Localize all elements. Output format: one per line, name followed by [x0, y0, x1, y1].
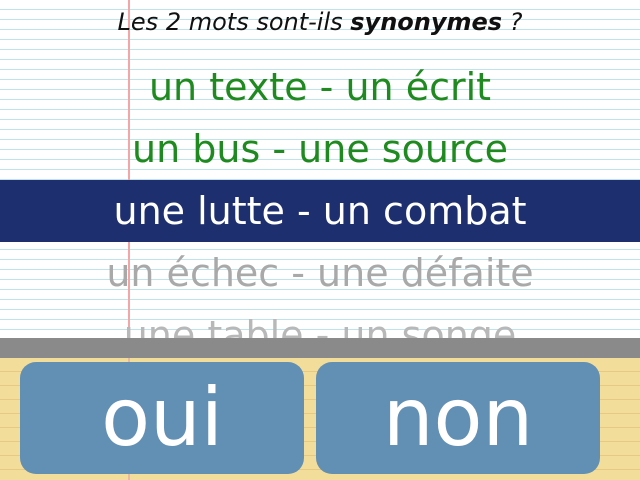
word-pair-current: une lutte - un combat	[0, 180, 640, 242]
question-suffix: ?	[502, 8, 523, 36]
yes-button[interactable]: oui	[20, 362, 304, 474]
word-pair-2: un bus - une source	[132, 127, 508, 171]
divider-bar	[0, 338, 640, 358]
question-keyword: synonymes	[350, 8, 503, 36]
word-pair-1: un texte - un écrit	[148, 65, 492, 109]
question-prompt: Les 2 mots sont-ils synonymes ?	[0, 0, 640, 44]
word-pair-4: un échec - une défaite	[106, 251, 534, 295]
no-button[interactable]: non	[316, 362, 600, 474]
answer-pad: oui non	[0, 358, 640, 480]
word-list-area: Les 2 mots sont-ils synonymes ? un texte…	[0, 0, 640, 340]
question-prefix: Les 2 mots sont-ils	[117, 8, 351, 36]
word-pair-5: une table - un songe	[123, 313, 517, 340]
